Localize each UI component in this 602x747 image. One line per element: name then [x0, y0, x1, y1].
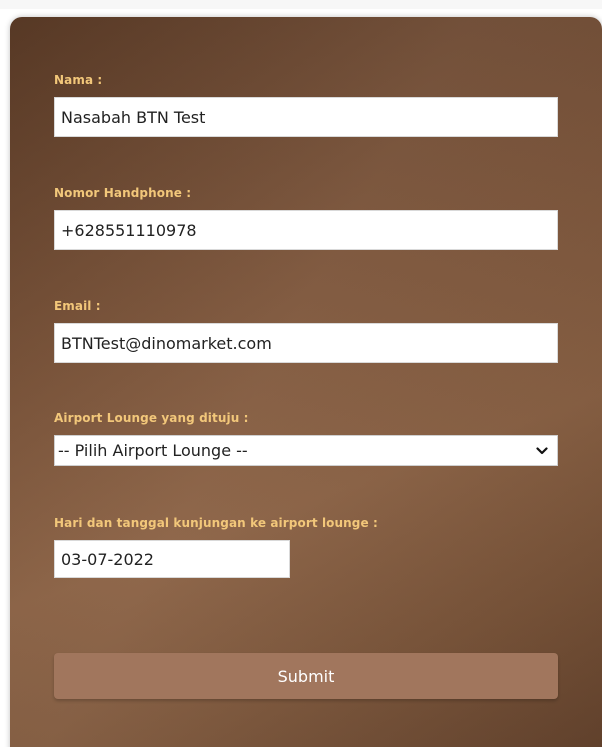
visit-date-input[interactable] — [54, 540, 290, 578]
lounge-select-value: -- Pilih Airport Lounge -- — [58, 441, 248, 460]
email-input[interactable] — [54, 323, 558, 363]
name-input[interactable] — [54, 97, 558, 137]
phone-label: Nomor Handphone : — [54, 186, 192, 200]
name-label: Nama : — [54, 73, 103, 87]
visit-date-label: Hari dan tanggal kunjungan ke airport lo… — [54, 516, 378, 530]
lounge-booking-form: Nama : Nomor Handphone : Email : Airport… — [10, 17, 602, 747]
top-strip — [0, 0, 602, 9]
lounge-select[interactable]: -- Pilih Airport Lounge -- — [54, 435, 558, 466]
phone-input[interactable] — [54, 210, 558, 250]
submit-button[interactable]: Submit — [54, 653, 558, 699]
chevron-down-icon — [535, 444, 549, 458]
email-label: Email : — [54, 299, 101, 313]
lounge-label: Airport Lounge yang dituju : — [54, 411, 249, 425]
page: Nama : Nomor Handphone : Email : Airport… — [0, 0, 602, 747]
